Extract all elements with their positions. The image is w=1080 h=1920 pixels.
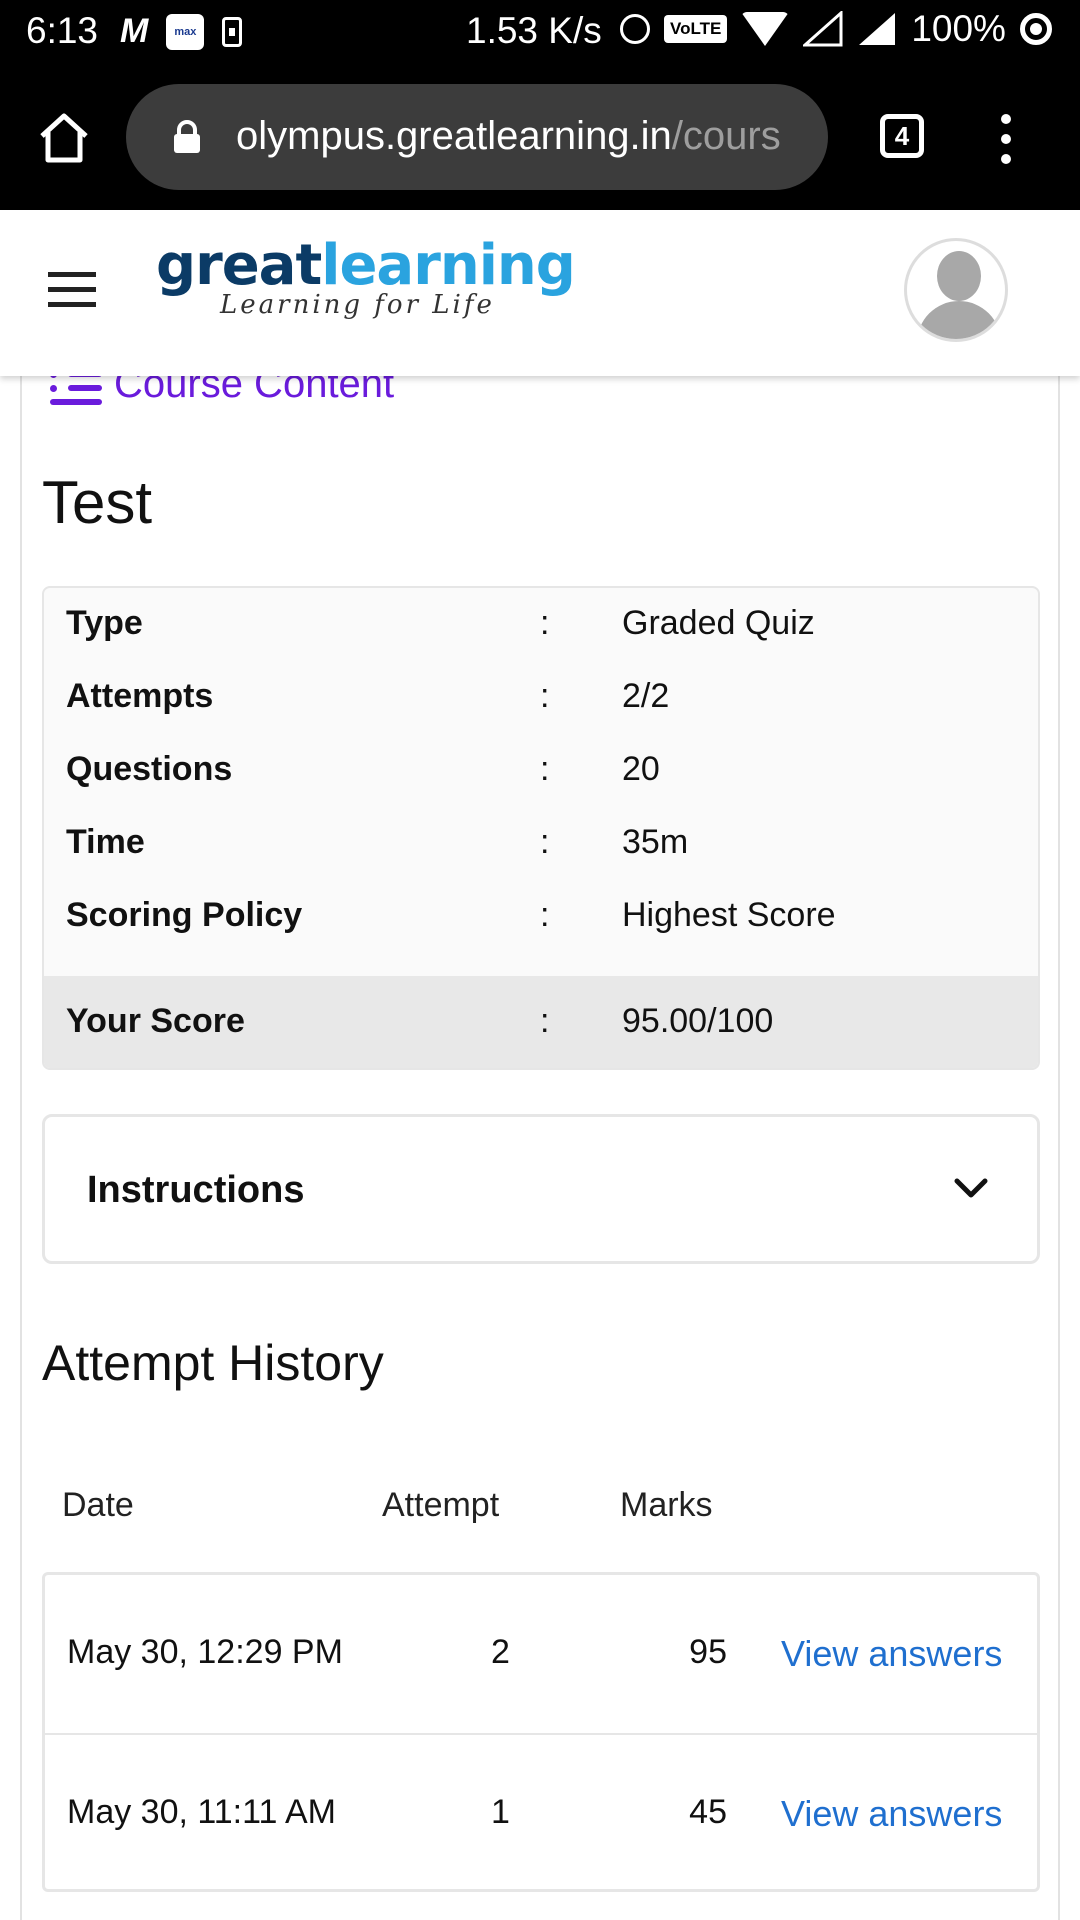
tab-switcher-button[interactable]: 4 [880, 114, 924, 158]
volte-badge: VoLTE [664, 15, 728, 43]
attempt-date: May 30, 12:29 PM [67, 1633, 343, 1671]
view-answers-link[interactable]: View answers [781, 1793, 1002, 1835]
status-bar: 6:13 M max 1.53 K/s VoLTE 100% [0, 0, 1080, 64]
attempt-history-header: Date Attempt Marks [42, 1480, 1040, 1570]
alarm-icon [620, 14, 650, 44]
status-right-icons: VoLTE 100% [620, 8, 1052, 50]
page-title: Test [42, 469, 153, 536]
table-row: May 30, 12:29 PM 2 95 View answers [45, 1575, 1037, 1733]
attempt-history-title: Attempt History [42, 1335, 384, 1391]
instructions-accordion[interactable]: Instructions [42, 1114, 1040, 1264]
test-info-table: Type : Graded Quiz Attempts : 2/2 Questi… [42, 586, 1040, 1070]
attempt-number: 2 [491, 1633, 510, 1671]
info-row-scoring-policy: Scoring Policy : Highest Score [66, 896, 836, 934]
address-bar[interactable]: olympus.greatlearning.in/cours [126, 84, 828, 190]
greatlearning-logo[interactable]: greatlearning Learning for Life [156, 233, 576, 321]
m-app-icon: M [120, 12, 149, 50]
chevron-down-icon [954, 1178, 988, 1198]
signal-icon [859, 13, 896, 45]
status-left-icons: M max [120, 12, 243, 51]
signal-outline-icon [803, 11, 843, 47]
info-row-attempts: Attempts : 2/2 [66, 677, 670, 715]
home-icon[interactable] [38, 112, 90, 164]
table-row: May 30, 11:11 AM 1 45 View answers [45, 1733, 1037, 1891]
column-marks: Marks [620, 1486, 713, 1524]
instructions-label: Instructions [87, 1169, 305, 1211]
wifi-icon [741, 12, 790, 46]
status-time: 6:13 [26, 10, 99, 51]
battery-level: 100% [911, 8, 1006, 49]
column-date: Date [62, 1486, 134, 1524]
view-answers-link[interactable]: View answers [781, 1633, 1002, 1675]
site-header: greatlearning Learning for Life [0, 210, 1080, 376]
network-speed: 1.53 K/s [466, 10, 602, 51]
browser-menu-icon[interactable] [996, 114, 1016, 164]
attempt-date: May 30, 11:11 AM [67, 1793, 336, 1831]
max-app-icon: max [166, 13, 205, 50]
logo-wordmark: greatlearning [156, 233, 576, 298]
hamburger-menu-icon[interactable] [48, 272, 96, 308]
browser-toolbar: olympus.greatlearning.in/cours 4 [0, 64, 1080, 210]
attempt-number: 1 [491, 1793, 510, 1831]
battery-saver-icon [1019, 13, 1052, 45]
url-text: olympus.greatlearning.in/cours [236, 114, 781, 159]
attempt-marks: 45 [689, 1793, 727, 1831]
url-path: /cours [671, 114, 781, 158]
attempt-history-table: May 30, 12:29 PM 2 95 View answers May 3… [42, 1572, 1040, 1892]
info-row-your-score: Your Score : 95.00/100 [44, 976, 1038, 1068]
download-icon [222, 16, 243, 47]
user-avatar[interactable] [904, 238, 1008, 342]
lock-icon [174, 120, 200, 153]
column-attempt: Attempt [382, 1486, 500, 1524]
info-row-time: Time : 35m [66, 823, 689, 861]
attempt-marks: 95 [689, 1633, 727, 1671]
info-row-type: Type : Graded Quiz [66, 604, 815, 642]
url-host: olympus.greatlearning.in [236, 114, 672, 158]
info-row-questions: Questions : 20 [66, 750, 660, 788]
